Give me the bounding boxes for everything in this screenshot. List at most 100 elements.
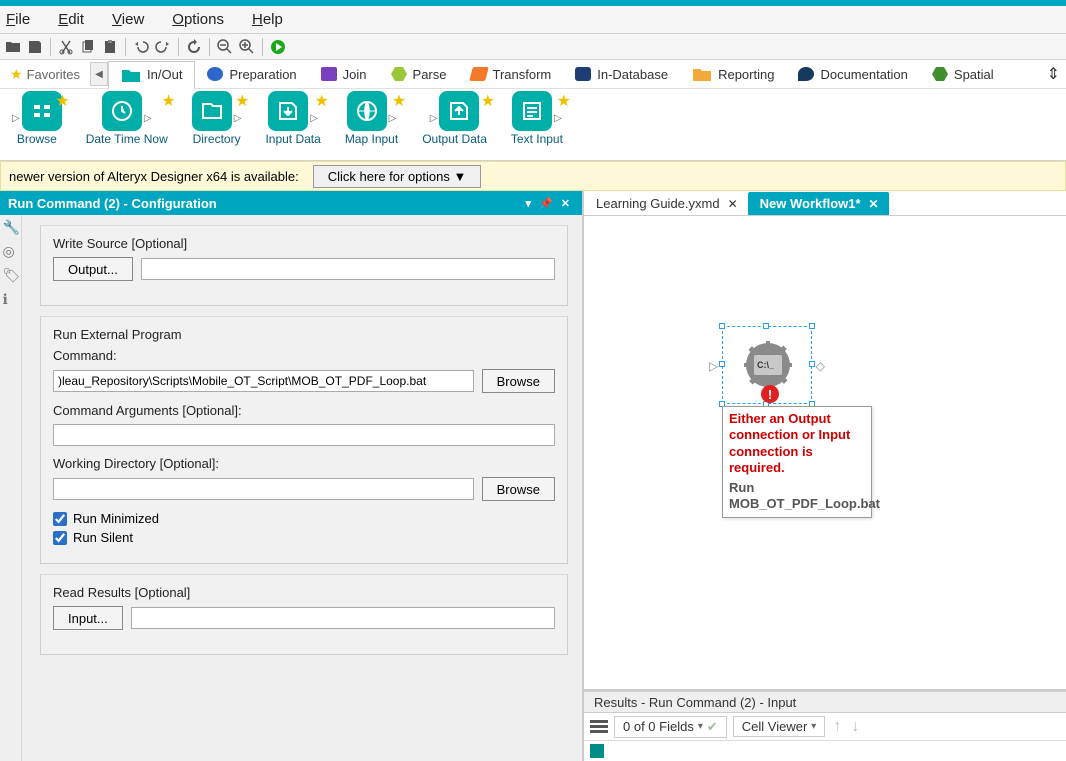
tab-learning-guide[interactable]: Learning Guide.yxmd✕ <box>584 192 748 215</box>
copy-icon[interactable] <box>79 38 97 56</box>
tool-datetime[interactable]: ★ ▷ Date Time Now <box>74 89 180 160</box>
tool-palette: ★ ▷ Browse ★ ▷ Date Time Now ★ ▷ Directo… <box>0 89 1066 161</box>
tool-browse[interactable]: ★ ▷ Browse <box>0 89 74 160</box>
status-square-icon <box>590 744 604 758</box>
run-minimized-checkbox[interactable]: Run Minimized <box>53 511 555 526</box>
run-icon[interactable] <box>269 38 287 56</box>
zoom-in-icon[interactable] <box>238 38 256 56</box>
command-browse-button[interactable]: Browse <box>482 369 555 393</box>
tool-input[interactable]: ★ ▷ Input Data <box>253 89 332 160</box>
run-silent-checkbox[interactable]: Run Silent <box>53 530 555 545</box>
output-path-input[interactable] <box>141 258 555 280</box>
category-preparation[interactable]: Preparation <box>195 60 308 89</box>
wrench-icon[interactable]: 🔧 <box>3 219 19 235</box>
favorites-tab[interactable]: ★Favorites <box>0 66 90 83</box>
star-icon: ★ <box>55 91 69 111</box>
update-notice: newer version of Alteryx Designer x64 is… <box>0 161 1066 191</box>
star-icon: ★ <box>392 91 406 111</box>
category-spatial[interactable]: Spatial <box>920 60 1006 89</box>
star-icon: ★ <box>161 91 175 111</box>
error-badge-icon: ! <box>761 385 779 403</box>
menu-help[interactable]: Help <box>252 11 283 28</box>
tool-connector-out: ▷ <box>234 113 242 124</box>
menu-options[interactable]: Options <box>172 11 224 28</box>
menu-edit[interactable]: Edit <box>58 11 84 28</box>
star-icon: ★ <box>10 66 23 83</box>
menu-view[interactable]: View <box>112 11 144 28</box>
category-reporting[interactable]: Reporting <box>680 60 786 89</box>
input-button[interactable]: Input... <box>53 606 123 630</box>
gear-icon: C:\_ <box>744 341 792 389</box>
run-external-label: Run External Program <box>53 327 555 342</box>
tool-connector-out: ▷ <box>389 113 397 124</box>
up-arrow-icon[interactable]: ↑ <box>831 718 843 736</box>
category-join[interactable]: Join <box>309 60 379 89</box>
node-input-anchor[interactable]: ▷ <box>709 359 718 373</box>
workflow-canvas[interactable]: ▷ ◇ C:\_ ! Either an Output connection o… <box>584 216 1066 691</box>
paste-icon[interactable] <box>101 38 119 56</box>
node-output-anchor[interactable]: ◇ <box>816 359 825 373</box>
run-command-node[interactable]: ▷ ◇ C:\_ ! <box>722 326 812 404</box>
star-icon: ★ <box>557 91 571 111</box>
swatch-icon <box>469 67 489 81</box>
cellviewer-dropdown[interactable]: Cell Viewer▾ <box>733 716 826 737</box>
category-parse[interactable]: Parse <box>379 60 459 89</box>
tool-mapinput[interactable]: ★ ▷ Map Input <box>333 89 410 160</box>
workdir-input[interactable] <box>53 478 474 500</box>
redo-icon[interactable] <box>154 38 172 56</box>
swatch-icon <box>207 67 223 81</box>
close-icon[interactable]: ✕ <box>561 197 570 210</box>
swatch-icon <box>575 67 591 81</box>
sort-icon[interactable]: ⇕ <box>1047 64 1060 84</box>
undo-icon[interactable] <box>132 38 150 56</box>
output-button[interactable]: Output... <box>53 257 133 281</box>
args-label: Command Arguments [Optional]: <box>53 403 555 418</box>
pin-icon[interactable]: 📌 <box>539 197 553 210</box>
svg-text:C:\_: C:\_ <box>757 360 775 370</box>
fields-dropdown[interactable]: 0 of 0 Fields▾✔ <box>614 716 727 738</box>
config-title: Run Command (2) - Configuration <box>8 196 217 211</box>
hamburger-icon[interactable] <box>590 720 608 733</box>
open-icon[interactable] <box>4 38 22 56</box>
config-panel-header: Run Command (2) - Configuration ▾ 📌 ✕ <box>0 191 582 215</box>
star-icon: ★ <box>235 91 249 111</box>
dropdown-icon[interactable]: ▾ <box>526 197 532 210</box>
workdir-browse-button[interactable]: Browse <box>482 477 555 501</box>
close-icon[interactable]: ✕ <box>869 197 879 211</box>
tool-output[interactable]: ★ ▷ Output Data <box>410 89 499 160</box>
close-icon[interactable]: ✕ <box>728 197 738 211</box>
tool-directory[interactable]: ★ ▷ Directory <box>180 89 254 160</box>
tab-new-workflow[interactable]: New Workflow1*✕ <box>748 192 889 215</box>
menu-file[interactable]: File <box>6 11 30 28</box>
down-arrow-icon[interactable]: ↓ <box>849 718 861 736</box>
scroll-left-icon[interactable]: ◀ <box>90 62 108 86</box>
input-path-input[interactable] <box>131 607 555 629</box>
category-transform[interactable]: Transform <box>459 60 564 89</box>
star-icon: ★ <box>314 91 328 111</box>
hex-icon <box>391 67 407 81</box>
category-indb[interactable]: In-Database <box>563 60 680 89</box>
read-results-label: Read Results [Optional] <box>53 585 555 600</box>
refresh-icon[interactable] <box>185 38 203 56</box>
write-source-label: Write Source [Optional] <box>53 236 555 251</box>
tool-connector-out: ▷ <box>310 113 318 124</box>
category-inout[interactable]: In/Out <box>108 61 195 90</box>
results-toolbar: 0 of 0 Fields▾✔ Cell Viewer▾ ↑ ↓ <box>584 713 1066 741</box>
notice-text: newer version of Alteryx Designer x64 is… <box>9 169 299 184</box>
node-tooltip: Either an Output connection or Input con… <box>722 406 872 518</box>
target-icon[interactable]: ◎ <box>3 243 19 259</box>
cut-icon[interactable] <box>57 38 75 56</box>
tool-textinput[interactable]: ★ ▷ Text Input <box>499 89 575 160</box>
command-input[interactable] <box>53 370 474 392</box>
hex-icon <box>932 67 948 81</box>
main-toolbar <box>0 34 1066 60</box>
tooltip-sub-text: Run MOB_OT_PDF_Loop.bat <box>729 480 865 513</box>
zoom-out-icon[interactable] <box>216 38 234 56</box>
args-input[interactable] <box>53 424 555 446</box>
save-icon[interactable] <box>26 38 44 56</box>
category-documentation[interactable]: Documentation <box>786 60 919 89</box>
info-icon[interactable]: ℹ <box>3 291 19 307</box>
notice-options-button[interactable]: Click here for options ▼ <box>313 165 482 188</box>
results-footer <box>584 741 1066 761</box>
tag-icon[interactable]: 🏷 <box>3 267 19 283</box>
